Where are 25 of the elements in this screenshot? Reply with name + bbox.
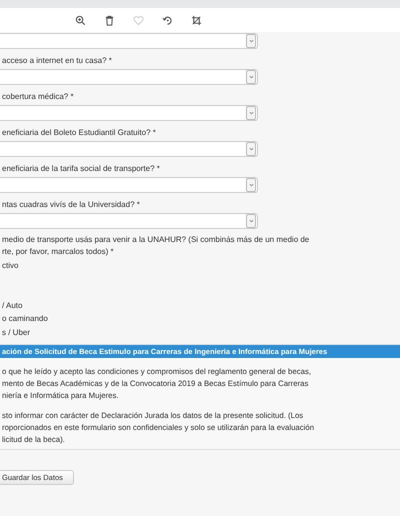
caret-icon	[246, 34, 256, 48]
dropdown-field[interactable]	[0, 33, 258, 49]
dropdown-field[interactable]	[0, 105, 258, 121]
option-label[interactable]: s / Uber	[2, 326, 30, 339]
option-label[interactable]: / Auto	[2, 298, 22, 312]
question-label: ntas cuadras vivís de la Universidad? *	[2, 200, 140, 210]
crop-icon[interactable]	[191, 14, 202, 26]
dropdown-field[interactable]	[0, 177, 258, 193]
dropdown-field[interactable]	[0, 213, 258, 229]
caret-icon	[246, 214, 256, 228]
caret-icon	[246, 70, 256, 84]
caret-icon	[246, 142, 256, 156]
question-label: cobertura médica? *	[2, 92, 74, 102]
option-label[interactable]: ctivo	[2, 259, 18, 272]
trash-icon[interactable]	[104, 14, 115, 26]
dropdown-field[interactable]	[0, 69, 258, 85]
caret-icon	[246, 178, 256, 192]
zoom-in-icon[interactable]	[75, 14, 86, 26]
question-label: eneficiaria del Boleto Estudiantil Gratuito? *	[2, 128, 156, 138]
dropdown-field[interactable]	[0, 141, 258, 157]
rotate-icon[interactable]	[162, 14, 173, 26]
question-label: eneficiaria de la tarifa social de transporte? *	[2, 164, 160, 174]
caret-icon	[246, 106, 256, 120]
question-label: acceso a internet en tu casa? *	[2, 56, 112, 66]
option-label[interactable]: o caminando	[2, 312, 48, 326]
